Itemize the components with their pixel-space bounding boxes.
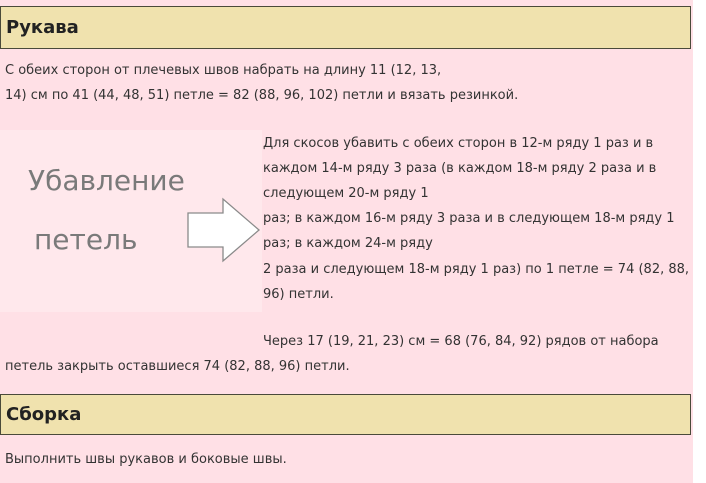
close-line-1: Через 17 (19, 21, 23) см = 68 (76, 84, 9… [263, 334, 659, 349]
section-header-assembly: Сборка [0, 394, 691, 435]
decrease-line-1: Для скосов убавить с обеих сторон в 12-м… [263, 136, 654, 151]
assembly-text: Выполнить швы рукавов и боковые швы. [5, 452, 287, 467]
right-arrow-icon [187, 197, 260, 263]
figure-caption-line-1: Убавление [28, 164, 185, 197]
decrease-line-2: каждом 14-м ряду 3 раза (в каждом 18-м р… [263, 161, 657, 176]
decrease-line-7: 96) петли. [263, 287, 334, 302]
intro-line-1: С обеих сторон от плечевых швов набрать … [5, 63, 442, 78]
decrease-line-6: 2 раза и следующем 18-м ряду 1 раз) по 1… [263, 262, 690, 277]
section-header-sleeves: Рукава [0, 6, 691, 49]
decrease-line-4: раз; в каждом 16-м ряду 3 раза и в следу… [263, 211, 675, 226]
decrease-illustration: Убавление петель [0, 130, 262, 312]
intro-line-2: 14) см по 41 (44, 48, 51) петле = 82 (88… [5, 88, 519, 103]
section-title: Рукава [6, 17, 79, 38]
figure-caption-line-2: петель [34, 223, 138, 256]
decrease-line-3: следующем 20-м ряду 1 [263, 186, 429, 201]
close-line-2: петель закрыть оставшиеся 74 (82, 88, 96… [5, 359, 350, 374]
section-title: Сборка [6, 404, 82, 425]
decrease-line-5: раз; в каждом 24-м ряду [263, 236, 433, 251]
page: Рукава С обеих сторон от плечевых швов н… [0, 0, 693, 483]
